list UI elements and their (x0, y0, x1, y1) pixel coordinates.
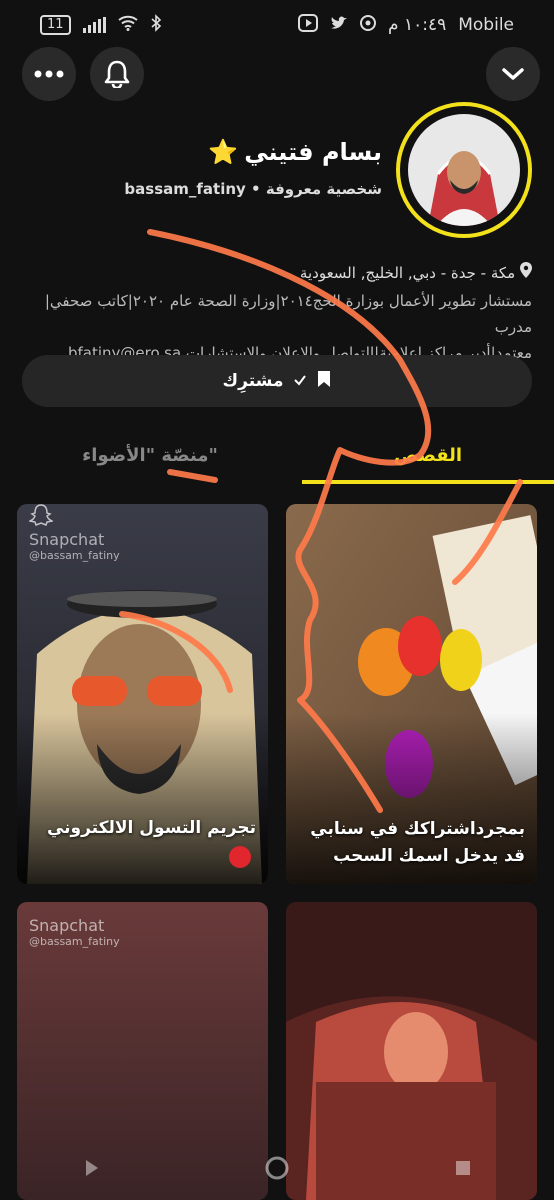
story-card[interactable]: Snapchat @bassam_fatiny تجريم التسول الا… (17, 504, 268, 884)
snapchat-ghost-icon (27, 504, 55, 530)
tab-stories[interactable]: القصص (302, 430, 554, 480)
bookmark-icon (317, 370, 331, 393)
watermark-brand: Snapchat (29, 916, 105, 935)
snapchat-watermark: Snapchat @bassam_fatiny (29, 532, 120, 564)
display-name: بسام فتيني (244, 138, 382, 166)
profile-name: بسام فتيني ⭐ (208, 138, 382, 166)
status-bar: 11 ١٠:٤٩ م Mobile (0, 0, 554, 50)
check-icon (293, 371, 307, 391)
media-icon (298, 13, 319, 37)
snapchat-watermark: Snapchat @bassam_fatiny (29, 918, 120, 950)
bell-icon (104, 60, 130, 88)
system-nav-bar (0, 1140, 554, 1200)
story-caption: بمجرداشتراكك في سنابي قد يدخل اسمك السحب (310, 819, 525, 866)
recents-nav-icon[interactable] (454, 1159, 472, 1181)
subscribe-label: مشترِك (222, 371, 284, 391)
home-nav-icon[interactable] (264, 1155, 290, 1185)
location-pin-icon (515, 262, 532, 282)
twitter-icon (330, 15, 348, 36)
avatar-photo (408, 114, 520, 226)
watermark-brand: Snapchat (29, 530, 105, 549)
bio-line: مستشار تطوير الأعمال بوزارة الحج٢٠١٤|وزا… (44, 292, 532, 336)
snapchat-status-icon (360, 14, 377, 36)
profile-tabs: القصص منصّة "الأضواء" (0, 430, 554, 484)
story-caption: تجريم التسول الالكتروني (46, 818, 256, 838)
category-label: شخصية معروفة (265, 180, 382, 198)
collapse-button[interactable] (486, 47, 540, 101)
battery-indicator: 11 (40, 15, 71, 35)
subscribe-button[interactable]: مشترِك (22, 355, 532, 407)
watermark-handle: @bassam_fatiny (29, 549, 120, 562)
username[interactable]: bassam_fatiny (124, 180, 245, 198)
notifications-button[interactable] (90, 47, 144, 101)
tab-spotlight[interactable]: منصّة "الأضواء" (0, 430, 300, 480)
active-tab-indicator (302, 480, 554, 484)
wifi-icon (117, 15, 138, 36)
star-badge-icon: ⭐ (208, 138, 239, 166)
back-nav-icon[interactable] (82, 1159, 100, 1181)
carrier-name: Mobile (458, 15, 514, 35)
separator: • (251, 180, 261, 198)
more-dots-icon (34, 70, 64, 78)
story-card[interactable]: بمجرداشتراكك في سنابي قد يدخل اسمك السحب (286, 504, 537, 884)
signal-icon (82, 17, 106, 33)
bluetooth-icon (150, 13, 162, 37)
profile-avatar[interactable] (396, 102, 532, 238)
live-dot (229, 846, 251, 868)
location-row: مكة - جدة - دبي, الخليج, السعودية (300, 262, 532, 282)
more-options-button[interactable] (22, 47, 76, 101)
chevron-down-icon (502, 68, 524, 80)
profile-subtitle: شخصية معروفة • bassam_fatiny (124, 180, 382, 198)
watermark-handle: @bassam_fatiny (29, 935, 120, 948)
location-text: مكة - جدة - دبي, الخليج, السعودية (299, 264, 516, 282)
clock: ١٠:٤٩ م (388, 15, 447, 35)
